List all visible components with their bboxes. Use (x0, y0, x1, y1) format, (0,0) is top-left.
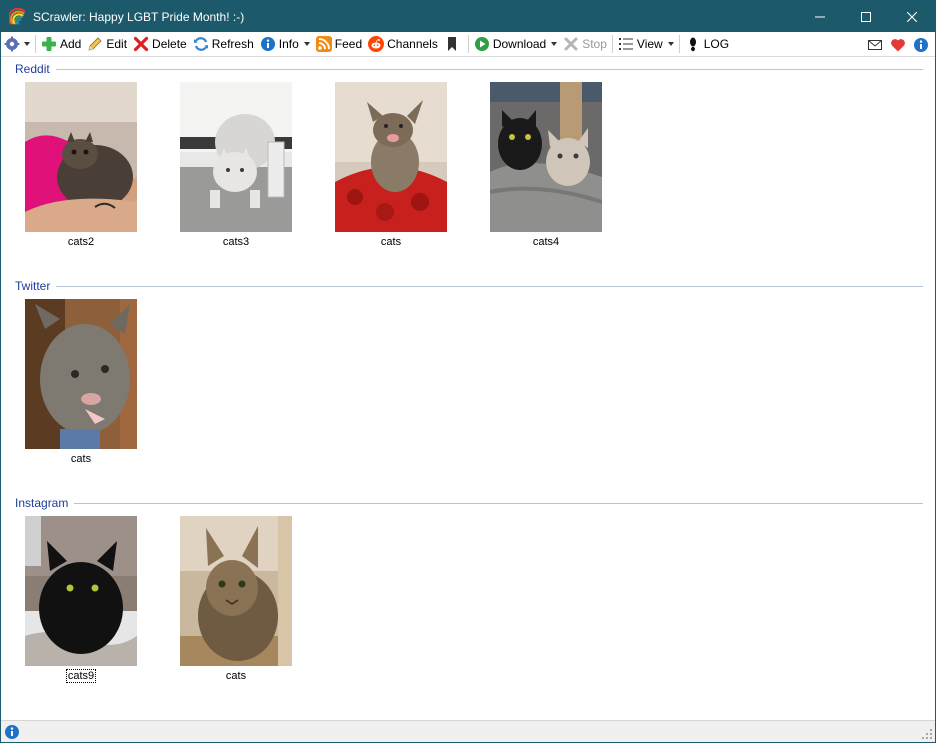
refresh-button[interactable]: Refresh (190, 33, 257, 56)
user-item[interactable]: cats9 (25, 516, 137, 683)
heart-button[interactable] (888, 35, 908, 55)
user-thumbnail (25, 299, 137, 449)
channels-button[interactable]: Channels (365, 33, 441, 56)
channels-label: Channels (387, 37, 438, 51)
download-button[interactable]: Download (471, 33, 560, 56)
group-title: Instagram (15, 496, 75, 510)
pencil-icon (87, 36, 103, 52)
list-icon (618, 36, 634, 52)
footprint-icon (685, 36, 701, 52)
chevron-down-icon (551, 42, 558, 46)
view-label: View (636, 37, 663, 51)
window-title: SCrawler: Happy LGBT Pride Month! :-) (33, 9, 245, 24)
bookmark-button[interactable] (441, 33, 466, 56)
stop-label: Stop (582, 37, 607, 51)
resize-grip-icon[interactable] (921, 728, 933, 740)
title-bar: SCrawler: Happy LGBT Pride Month! :-) (1, 1, 935, 32)
x-icon (133, 36, 149, 52)
info-icon (260, 36, 276, 52)
info-icon[interactable] (4, 724, 20, 740)
add-label: Add (60, 37, 82, 51)
delete-label: Delete (152, 37, 187, 51)
toolbar-right (865, 32, 931, 57)
app-window: SCrawler: Happy LGBT Pride Month! :-) Ad… (0, 0, 936, 743)
maximize-icon (861, 11, 871, 22)
feed-button[interactable]: Feed (313, 33, 365, 56)
about-button[interactable] (911, 35, 931, 55)
user-label: cats4 (532, 236, 560, 248)
view-button[interactable]: View (615, 33, 677, 56)
user-label: cats (225, 670, 247, 682)
group-divider (55, 68, 923, 70)
chevron-down-icon (24, 42, 30, 46)
heart-icon (891, 38, 905, 51)
edit-button[interactable]: Edit (84, 33, 130, 56)
log-label: LOG (703, 37, 730, 51)
user-item[interactable]: cats4 (490, 82, 602, 248)
window-controls (797, 1, 935, 32)
user-thumbnail (180, 516, 292, 666)
group-title: Reddit (15, 62, 56, 76)
toolbar: Add Edit Delete Refresh Info Feed Channe… (1, 32, 935, 57)
delete-button[interactable]: Delete (130, 33, 190, 56)
user-thumbnail (180, 82, 292, 232)
close-button[interactable] (889, 1, 935, 32)
user-item[interactable]: cats (180, 516, 292, 682)
status-bar (1, 720, 935, 742)
minimize-button[interactable] (797, 1, 843, 32)
maximize-button[interactable] (843, 1, 889, 32)
user-item[interactable]: cats3 (180, 82, 292, 248)
group-header: Instagram (15, 495, 923, 511)
toolbar-separator (678, 35, 680, 53)
download-label: Download (492, 37, 547, 51)
user-thumbnail (25, 82, 137, 232)
toolbar-separator (611, 35, 613, 53)
user-item[interactable]: cats (335, 82, 447, 248)
user-thumbnail (335, 82, 447, 232)
info-label: Info (278, 37, 299, 51)
plus-icon (41, 36, 57, 52)
refresh-label: Refresh (211, 37, 254, 51)
gear-icon (4, 36, 20, 52)
user-thumbnail (490, 82, 602, 232)
user-label: cats (70, 453, 92, 465)
reddit-icon (368, 36, 385, 52)
chevron-down-icon (303, 42, 310, 46)
user-item[interactable]: cats2 (25, 82, 137, 248)
stop-button[interactable]: Stop (560, 33, 610, 56)
group-title: Twitter (15, 279, 57, 293)
play-icon (474, 36, 490, 52)
group-divider (74, 502, 923, 504)
user-label: cats9 (65, 669, 97, 683)
rainbow-icon (7, 7, 27, 26)
user-item[interactable]: cats (25, 299, 137, 465)
feed-label: Feed (334, 37, 363, 51)
minimize-icon (815, 16, 825, 17)
user-label: cats2 (67, 236, 95, 248)
mail-button[interactable] (865, 35, 885, 55)
settings-button[interactable] (1, 33, 33, 56)
add-button[interactable]: Add (38, 33, 84, 56)
edit-label: Edit (106, 37, 128, 51)
group-divider (56, 285, 923, 287)
user-thumbnail (25, 516, 137, 666)
group-header: Twitter (15, 278, 923, 294)
user-list-view[interactable]: Reddit cats2 cats3 cats cats4 Twitter ca… (1, 58, 935, 720)
log-button[interactable]: LOG (682, 33, 732, 56)
refresh-icon (193, 36, 209, 52)
group-header: Reddit (15, 61, 923, 77)
mail-icon (868, 39, 882, 50)
stop-icon (563, 36, 579, 52)
toolbar-separator (467, 35, 469, 53)
toolbar-separator (35, 35, 36, 53)
rss-icon (315, 36, 332, 52)
user-label: cats3 (222, 236, 250, 248)
info-button[interactable]: Info (257, 33, 313, 56)
chevron-down-icon (667, 42, 674, 46)
bookmark-icon (444, 36, 460, 52)
info-icon (914, 37, 928, 52)
user-label: cats (380, 236, 402, 248)
close-icon (907, 11, 917, 22)
